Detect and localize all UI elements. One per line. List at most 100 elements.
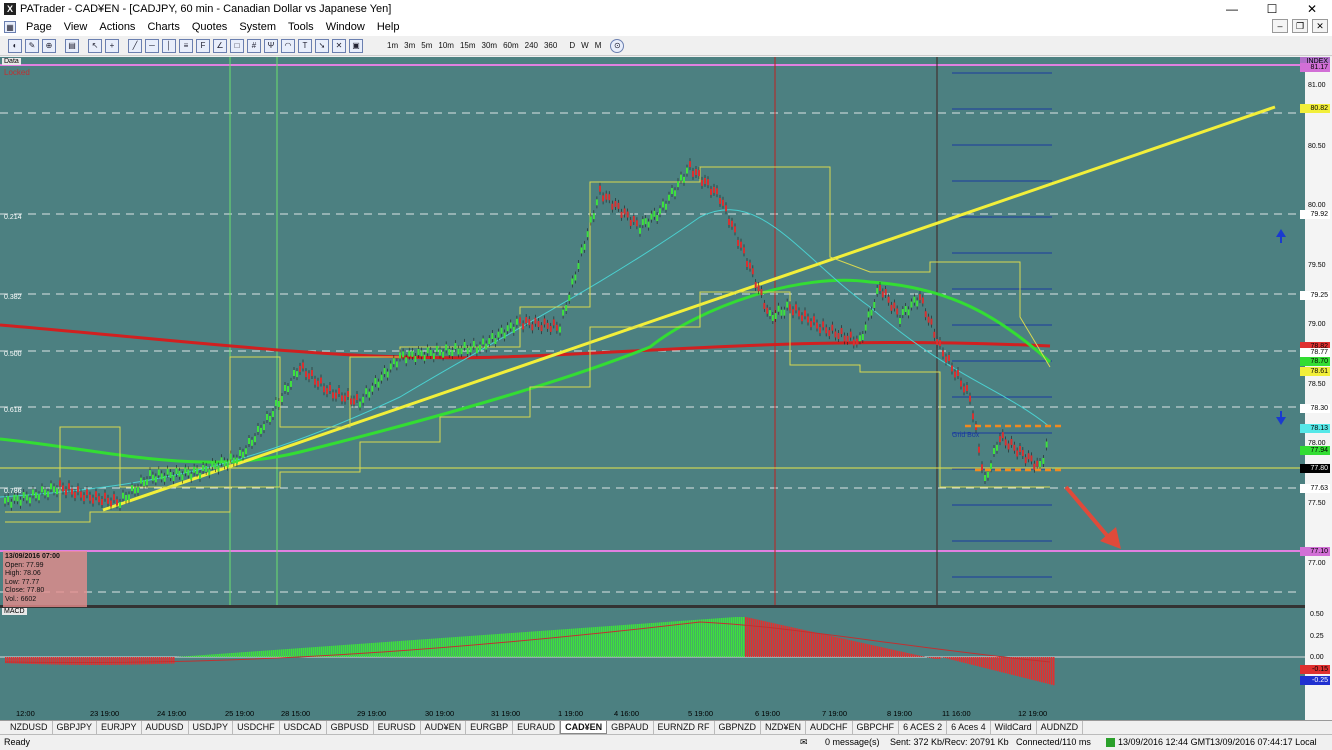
status-traffic: Sent: 372 Kb/Recv: 20791 Kb [890, 737, 1009, 747]
menu-quotes[interactable]: Quotes [186, 21, 233, 33]
gann-icon[interactable]: ∠ [213, 38, 227, 53]
grid-icon[interactable]: # [247, 38, 261, 53]
macd-bar [967, 657, 969, 664]
timeframe-360[interactable]: 360 [541, 41, 560, 50]
arc-icon[interactable]: ◠ [281, 38, 295, 53]
menu-window[interactable]: Window [320, 21, 371, 33]
mdi-close-button[interactable]: ✕ [1312, 19, 1328, 33]
price-tag-78-77: 78.77 [1300, 348, 1330, 357]
channel-icon[interactable]: ≡ [179, 38, 193, 53]
symbol-tab[interactable]: USDCHF [233, 721, 280, 734]
close-button[interactable]: ✕ [1292, 0, 1332, 18]
symbol-tab[interactable]: CAD¥EN [560, 721, 608, 734]
trendline-icon[interactable]: ╱ [128, 38, 142, 53]
chart-area[interactable]: Data Locked 0.214 0.382 0.500 0.618 0.78… [0, 57, 1332, 720]
symbol-tab[interactable]: GBPAUD [607, 721, 654, 734]
symbol-tab[interactable]: NZD¥EN [761, 721, 807, 734]
timeframe-m[interactable]: M [592, 41, 605, 50]
symbol-tab[interactable]: USDCAD [280, 721, 327, 734]
menu-page[interactable]: Page [20, 21, 58, 33]
macd-bar [479, 635, 481, 657]
timeframe-240[interactable]: 240 [522, 41, 541, 50]
candle-body [380, 374, 383, 381]
price-tag-78-61: 78.61 [1300, 367, 1330, 376]
symbol-tab[interactable]: NZDUSD [6, 721, 53, 734]
symbol-tab[interactable]: EURAUD [513, 721, 561, 734]
status-messages[interactable]: 0 message(s) [825, 737, 880, 747]
timeframe-30m[interactable]: 30m [479, 41, 501, 50]
menu-system[interactable]: System [233, 21, 282, 33]
zoom-icon[interactable]: ⊕ [42, 38, 56, 53]
draw-icon[interactable]: ✎ [25, 38, 39, 53]
mdi-minimize-button[interactable]: – [1272, 19, 1288, 33]
macd-bar [257, 651, 259, 657]
color-picker-icon[interactable]: ◐ [8, 38, 22, 53]
symbol-tab[interactable]: GBPNZD [715, 721, 762, 734]
macd-bar [943, 657, 945, 658]
symbol-tab[interactable]: GBPUSD [327, 721, 374, 734]
candle-body [119, 501, 121, 508]
candle-body [662, 201, 664, 208]
pitchfork-icon[interactable]: Ψ [264, 38, 278, 53]
macd-bar [143, 657, 145, 665]
symbol-tab[interactable]: 6 ACES 2 [899, 721, 948, 734]
timeframe-1m[interactable]: 1m [384, 41, 401, 50]
symbol-tab[interactable]: WildCard [991, 721, 1037, 734]
sync-icon[interactable]: ⊙ [610, 38, 625, 53]
info-date: 13/09/2016 07:00 [5, 553, 60, 560]
macd-bar [535, 631, 537, 657]
timeframe-3m[interactable]: 3m [401, 41, 418, 50]
box-icon[interactable]: □ [230, 38, 244, 53]
symbol-tab[interactable]: EURUSD [374, 721, 421, 734]
fib-icon[interactable]: F [196, 38, 210, 53]
timeframe-5m[interactable]: 5m [418, 41, 435, 50]
macd-bar [949, 657, 951, 660]
symbol-tab[interactable]: AUDCHF [806, 721, 853, 734]
maximize-button[interactable]: ☐ [1252, 0, 1292, 18]
message-icon[interactable]: ✉ [800, 737, 808, 748]
menu-help[interactable]: Help [371, 21, 406, 33]
candle-body [497, 331, 500, 338]
macd-bar [577, 628, 579, 657]
layers-icon[interactable]: ▣ [349, 38, 363, 53]
vline-icon[interactable]: │ [162, 38, 176, 53]
macd-bar [513, 632, 515, 657]
text-icon[interactable]: T [298, 38, 312, 53]
candle-body [595, 199, 598, 206]
symbol-tab[interactable]: AUDNZD [1037, 721, 1084, 734]
candle-body [740, 241, 742, 248]
mdi-restore-button[interactable]: ❐ [1292, 19, 1308, 33]
symbol-tab[interactable]: GBPCHF [853, 721, 900, 734]
pointer-icon[interactable]: ↖ [88, 38, 102, 53]
timeframe-w[interactable]: W [578, 41, 592, 50]
symbol-tab[interactable]: AUD¥EN [421, 721, 467, 734]
crosshair-icon[interactable]: + [105, 38, 119, 53]
symbol-tab[interactable]: EURGBP [466, 721, 514, 734]
timeframe-15m[interactable]: 15m [457, 41, 479, 50]
symbol-tab[interactable]: 6 Aces 4 [947, 721, 991, 734]
menu-charts[interactable]: Charts [141, 21, 185, 33]
menu-tools[interactable]: Tools [282, 21, 320, 33]
menu-actions[interactable]: Actions [93, 21, 141, 33]
timeframe-d[interactable]: D [566, 41, 578, 50]
minimize-button[interactable]: — [1212, 0, 1252, 18]
hline-icon[interactable]: ─ [145, 38, 159, 53]
macd-bar [425, 639, 427, 657]
delete-icon[interactable]: ✕ [332, 38, 346, 53]
chart-type-icon[interactable]: ▤ [65, 38, 79, 53]
timeframe-60m[interactable]: 60m [500, 41, 522, 50]
macd-bar [937, 657, 939, 659]
symbol-tab[interactable]: EURNZD RF [654, 721, 715, 734]
symbol-tab[interactable]: AUDUSD [142, 721, 189, 734]
menu-view[interactable]: View [58, 21, 94, 33]
timeframe-10m[interactable]: 10m [435, 41, 457, 50]
symbol-tab[interactable]: USDJPY [189, 721, 234, 734]
candle-body [893, 302, 896, 309]
candle-body [374, 378, 377, 385]
symbol-tab[interactable]: GBPJPY [53, 721, 98, 734]
symbol-tab[interactable]: EURJPY [97, 721, 142, 734]
arrow-icon[interactable]: ➘ [315, 38, 329, 53]
price-chart[interactable] [0, 57, 1332, 720]
candle-body [543, 318, 546, 325]
chart-window-icon: ▦ [4, 21, 16, 33]
